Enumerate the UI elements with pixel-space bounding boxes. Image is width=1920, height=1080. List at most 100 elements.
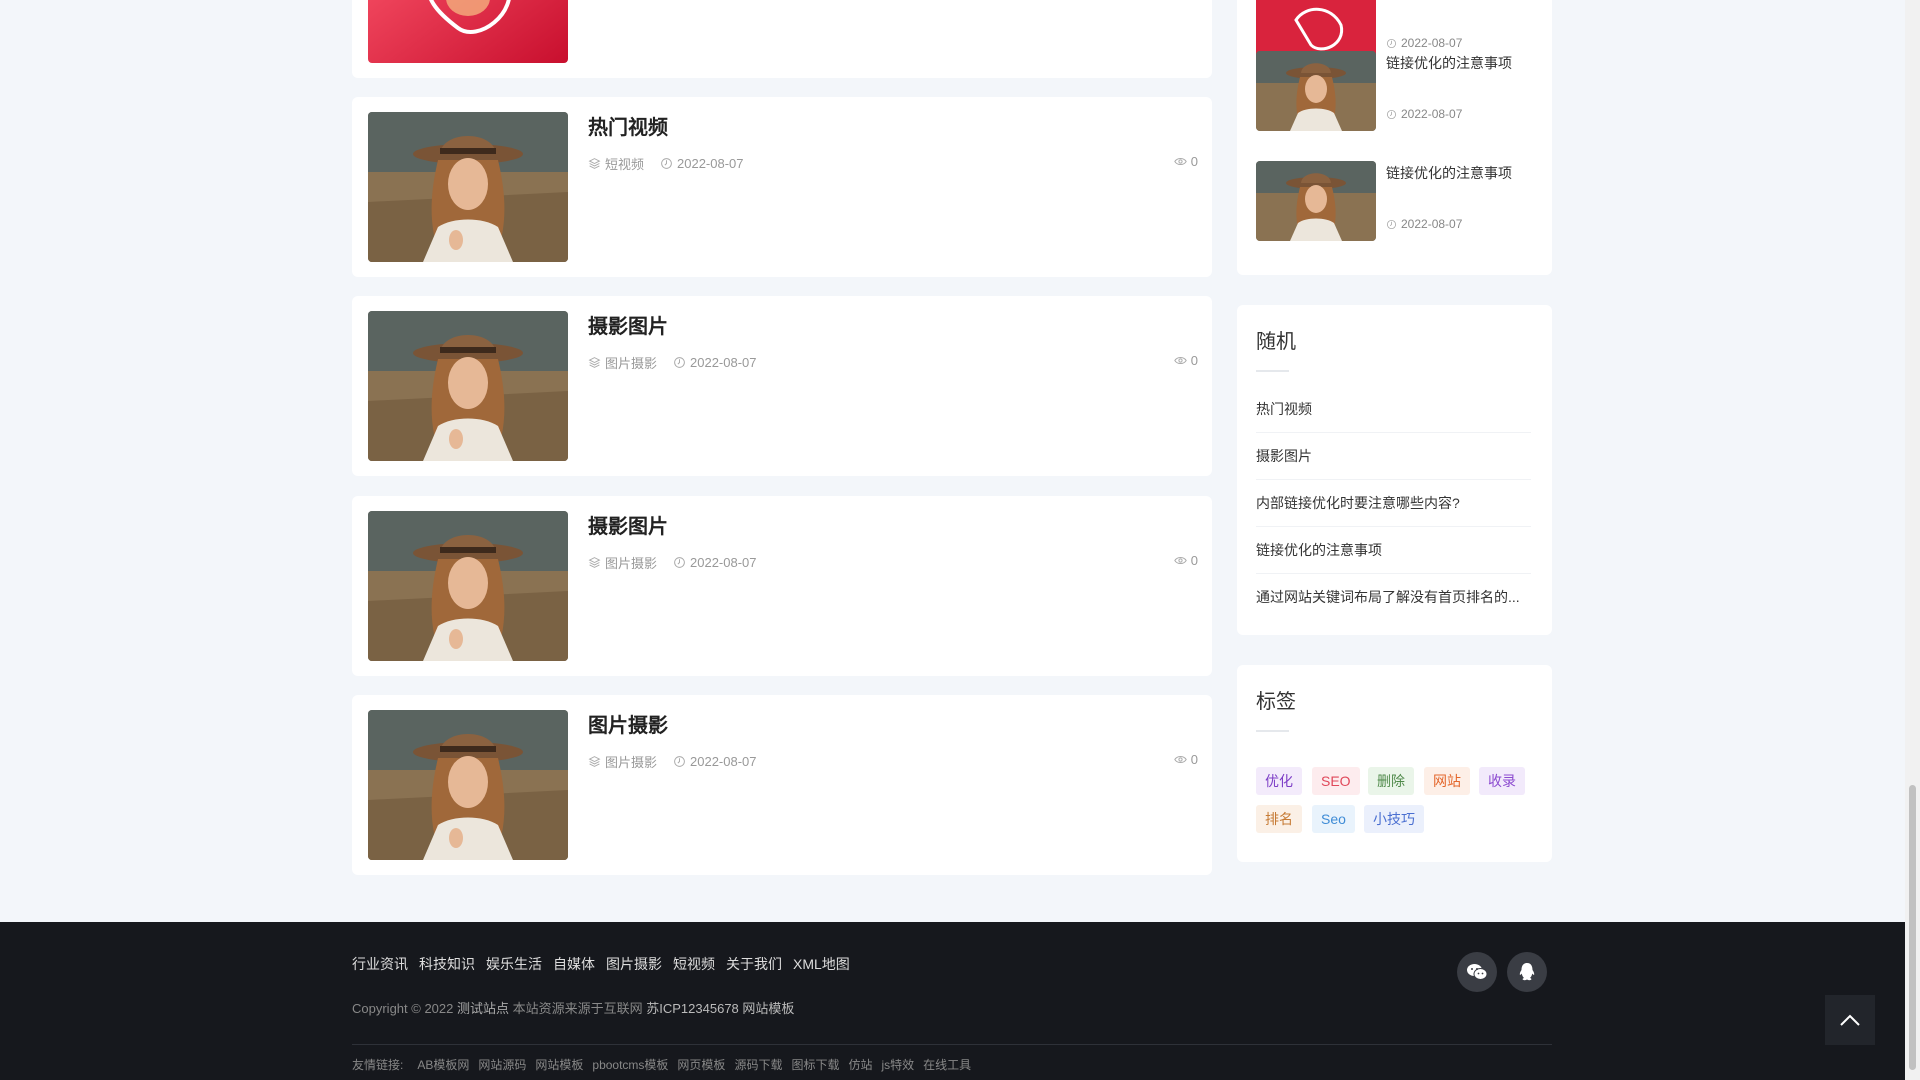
eye-icon [1174,755,1187,764]
post-thumbnail[interactable] [368,311,568,461]
post-card[interactable]: 摄影图片 图片摄影 2022-08-07 0 [352,296,1212,476]
eye-icon [1174,157,1187,166]
footer-nav-item[interactable]: 关于我们 [726,954,782,974]
tag-item[interactable]: 优化 [1256,767,1302,795]
post-card[interactable]: 摄影图片 图片摄影 2022-08-07 0 [352,496,1212,676]
friend-link[interactable]: AB模板网 [417,1056,469,1073]
icp-link[interactable]: 苏ICP12345678 [646,1001,739,1016]
post-category[interactable]: 图片摄影 [588,353,657,372]
footer-nav-item[interactable]: 科技知识 [419,954,475,974]
clock-icon [674,756,685,767]
tags-card: 标签 优化 SEO 删除 网站 收录 排名 Seo 小技巧 [1237,665,1552,862]
friend-links: 友情链接: AB模板网 网站源码 网站模板 pbootcms模板 网页模板 源码… [352,1056,971,1073]
footer-nav-item[interactable]: 娱乐生活 [486,954,542,974]
random-title: 随机 [1256,331,1296,353]
post-title[interactable]: 摄影图片 [588,510,668,539]
post-title[interactable]: 图片摄影 [588,709,668,738]
footer-nav-item[interactable]: 短视频 [673,954,715,974]
tag-item[interactable]: SEO [1312,767,1360,795]
post-thumbnail[interactable] [368,710,568,860]
post-title[interactable]: 摄影图片 [588,310,668,339]
post-thumbnail[interactable] [368,0,568,63]
footer-nav-item[interactable]: 行业资讯 [352,954,408,974]
random-item[interactable]: 摄影图片 [1256,433,1531,480]
random-item[interactable]: 通过网站关键词布局了解没有首页排名的... [1256,574,1531,621]
post-card[interactable]: 热门视频 短视频 2022-08-07 0 [352,97,1212,277]
footer-nav-item[interactable]: XML地图 [793,954,850,974]
post-card-partial[interactable] [352,0,1212,78]
footer-nav-item[interactable]: 图片摄影 [606,954,662,974]
post-card[interactable]: 图片摄影 图片摄影 2022-08-07 0 [352,695,1212,875]
tag-item[interactable]: 网站 [1424,767,1470,795]
friend-link[interactable]: pbootcms模板 [592,1056,668,1073]
site-name-link[interactable]: 测试站点 [457,1001,509,1016]
wechat-button[interactable] [1457,952,1497,992]
post-date: 2022-08-07 [660,156,744,171]
friend-link[interactable]: 在线工具 [923,1056,971,1073]
chevron-up-icon [1840,1014,1860,1026]
page-scrollbar[interactable] [1905,0,1920,1080]
random-item[interactable]: 热门视频 [1256,386,1531,433]
random-item[interactable]: 内部链接优化时要注意哪些内容? [1256,480,1531,527]
layers-icon [588,158,601,169]
post-title[interactable]: 热门视频 [588,111,668,140]
side-post-title[interactable]: 链接优化的注意事项 [1386,53,1512,73]
side-post[interactable]: 链接优化的注意事项 2022-08-07 [1256,161,1531,241]
post-views: 0 [1174,353,1198,368]
post-meta: 图片摄影 2022-08-07 [588,752,757,771]
post-meta: 图片摄影 2022-08-07 [588,553,757,572]
wechat-icon [1467,964,1488,980]
friend-link[interactable]: 网站源码 [478,1056,526,1073]
friend-link[interactable]: 网页模板 [677,1056,725,1073]
post-category[interactable]: 图片摄影 [588,553,657,572]
clock-icon [1386,38,1397,48]
random-item[interactable]: 链接优化的注意事项 [1256,527,1531,574]
post-meta: 短视频 2022-08-07 [588,154,744,173]
side-post-thumbnail[interactable] [1256,161,1376,241]
side-post-date: 2022-08-07 [1386,107,1462,121]
post-date: 2022-08-07 [673,555,757,570]
layers-icon [588,357,601,368]
post-date: 2022-08-07 [673,355,757,370]
post-category[interactable]: 图片摄影 [588,752,657,771]
scrollbar-thumb[interactable] [1909,785,1916,1070]
layers-icon [588,557,601,568]
tag-item[interactable]: 收录 [1479,767,1525,795]
clock-icon [1386,109,1397,119]
tag-item[interactable]: 排名 [1256,805,1302,833]
tag-item[interactable]: Seo [1312,805,1355,833]
post-views: 0 [1174,154,1198,169]
qq-icon [1519,963,1535,981]
clock-icon [661,158,672,169]
footer-nav: 行业资讯 科技知识 娱乐生活 自媒体 图片摄影 短视频 关于我们 XML地图 [352,954,850,974]
footer-nav-item[interactable]: 自媒体 [553,954,595,974]
title-underline [1256,730,1289,732]
side-post-title[interactable]: 链接优化的注意事项 [1386,163,1512,183]
tag-item[interactable]: 删除 [1368,767,1414,795]
side-posts-card: 2022-08-07 链接优化的注意事项 2022-08-07 链接优化的注意事… [1237,0,1552,275]
content-wrapper: 热门视频 短视频 2022-08-07 0 摄影图片 图片摄影 2022-08-… [352,0,1552,922]
template-link[interactable]: 网站模板 [742,1001,794,1016]
friend-link[interactable]: 网站模板 [535,1056,583,1073]
friend-link[interactable]: 图标下载 [791,1056,839,1073]
tag-item[interactable]: 小技巧 [1364,805,1424,833]
post-views: 0 [1174,553,1198,568]
post-category[interactable]: 短视频 [588,154,644,173]
post-thumbnail[interactable] [368,511,568,661]
clock-icon [1386,219,1397,229]
post-meta: 图片摄影 2022-08-07 [588,353,757,372]
side-post-thumbnail[interactable] [1256,51,1376,131]
layers-icon [588,756,601,767]
post-views: 0 [1174,752,1198,767]
friend-link[interactable]: js特效 [881,1056,914,1073]
copyright: Copyright © 2022 测试站点 本站资源来源于互联网 苏ICP123… [352,1001,795,1016]
friend-link[interactable]: 源码下载 [734,1056,782,1073]
qq-button[interactable] [1507,952,1547,992]
footer: 行业资讯 科技知识 娱乐生活 自媒体 图片摄影 短视频 关于我们 XML地图 C… [0,922,1905,1080]
eye-icon [1174,356,1187,365]
side-post-date: 2022-08-07 [1386,217,1462,231]
back-to-top-button[interactable] [1825,995,1875,1045]
post-thumbnail[interactable] [368,112,568,262]
friend-link[interactable]: 仿站 [848,1056,872,1073]
side-post[interactable]: 链接优化的注意事项 2022-08-07 [1256,51,1531,131]
